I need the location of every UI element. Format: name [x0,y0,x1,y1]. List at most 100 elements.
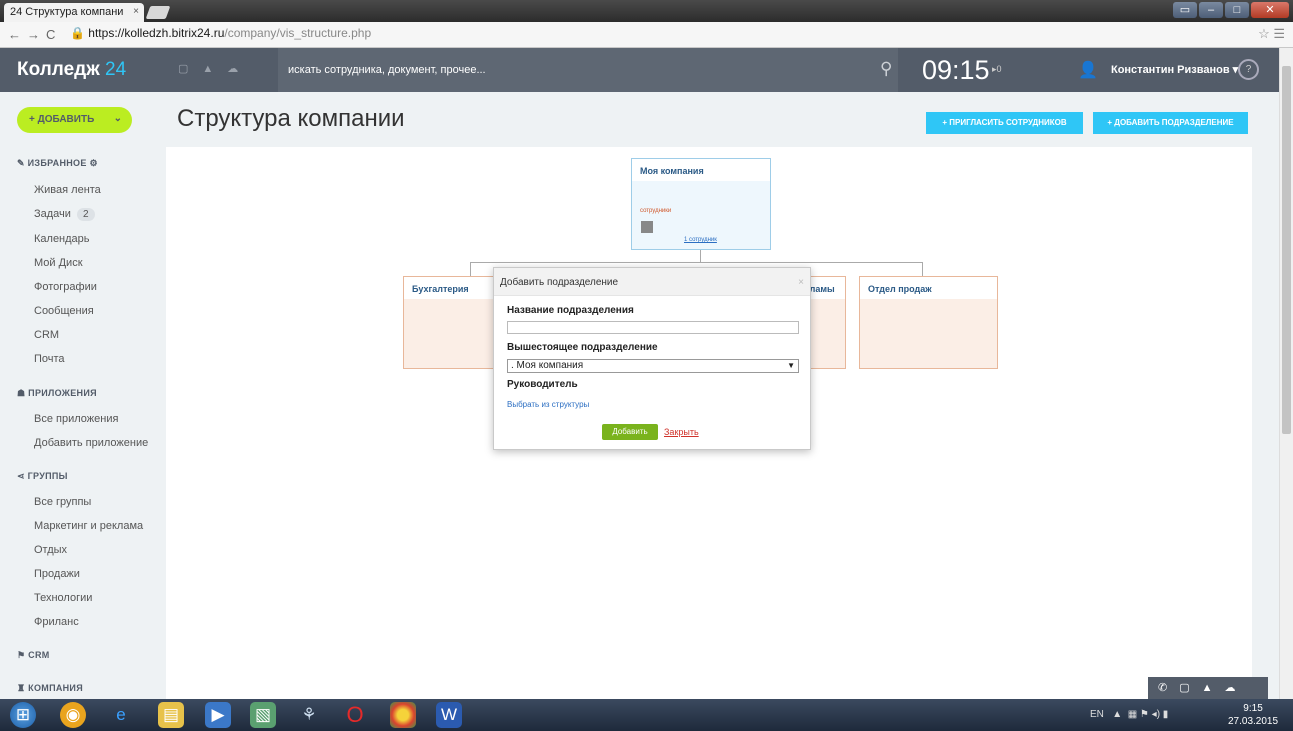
taskbar: ⊞ ◉ e ▤ ▶ ▧ ⚘ O W EN ▲ ▦ ⚑ ◂) ▮ 9:15 27.… [0,699,1293,731]
apps-label: ПРИЛОЖЕНИЯ [28,388,97,398]
minimize-icon[interactable]: – [1199,2,1223,18]
close-link[interactable]: Закрыть [664,427,699,437]
employees-label: сотрудники [640,208,672,214]
section-favorites[interactable]: ✎ ИЗБРАННОЕ ⚙ [17,158,98,169]
menu-icon[interactable]: ☆ ☰ [1258,26,1285,42]
menu-item-tech[interactable]: Технологии [34,592,92,604]
browser-tab[interactable]: 24 Структура компани × [4,3,144,22]
flag-counter: ▸0 [992,64,1002,74]
menu-item-feed[interactable]: Живая лента [34,184,101,196]
bell-icon[interactable]: ▲ [202,63,227,75]
url-host: https://kolledzh.bitrix24.ru [88,26,225,40]
tray-icons[interactable]: ▲ ▦ ⚑ ◂) ▮ [1107,709,1168,720]
add-department-button[interactable]: + ДОБАВИТЬ ПОДРАЗДЕЛЕНИЕ [1093,112,1248,134]
menu-item-disk[interactable]: Мой Диск [34,257,83,269]
start-button-icon[interactable]: ⊞ [10,702,36,728]
menu-item-tasks-label: Задачи [34,208,71,220]
tab-close-icon[interactable]: × [133,6,139,17]
menu-item-messages[interactable]: Сообщения [34,305,94,317]
url-field[interactable]: 🔒 https://kolledzh.bitrix24.ru/company/v… [70,26,371,40]
clock[interactable]: 09:15 [922,55,990,86]
section-groups[interactable]: ⋖ ГРУППЫ [17,471,68,482]
cloud-icon[interactable]: ☁ [227,63,252,75]
header-icons: ▢▲☁ [178,62,252,75]
app-icon[interactable]: ▧ [250,702,276,728]
maximize-icon[interactable]: □ [1225,2,1249,18]
dialog-title: Добавить подразделение [494,268,810,296]
app-header: Колледж 24 ▢▲☁ искать сотрудника, докуме… [0,48,1279,92]
add-button-label: + ДОБАВИТЬ [29,114,95,125]
search-input[interactable]: искать сотрудника, документ, прочее... [278,48,898,92]
add-department-dialog: Добавить подразделение × Название подраз… [493,267,811,450]
phone-icon[interactable]: ✆ [1158,682,1179,694]
dialog-close-icon[interactable]: × [798,277,804,288]
chat-icon[interactable]: ▢ [178,63,202,75]
menu-item-rest[interactable]: Отдых [34,544,67,556]
scroll-thumb[interactable] [1282,66,1291,434]
department-name-input[interactable] [507,321,799,334]
dept-title-root[interactable]: Моя компания [632,159,770,181]
menu-item-all-apps[interactable]: Все приложения [34,413,118,425]
logo-number: 24 [105,59,127,80]
section-crm[interactable]: ⚑ CRM [17,650,50,661]
connector-line [470,262,471,276]
help-icon[interactable]: ? [1238,59,1259,80]
parent-label: Вышестоящее подразделение [507,342,658,353]
parent-select[interactable]: . Моя компания ▼ [507,359,799,373]
restore-icon[interactable]: ▭ [1173,2,1197,18]
tab-title: 24 Структура компани [10,6,124,18]
user-menu[interactable]: 👤 Константин Ризванов ▾ [1078,60,1238,80]
choose-from-structure-link[interactable]: Выбрать из структуры [507,400,589,409]
menu-item-photos[interactable]: Фотографии [34,281,97,293]
menu-item-crm[interactable]: CRM [34,329,59,341]
lock-icon: 🔒 [70,26,85,40]
user-avatar-icon: 👤 [1078,62,1098,79]
invite-employees-button[interactable]: + ПРИГЛАСИТЬ СОТРУДНИКОВ [926,112,1083,134]
app-icon[interactable]: ⚘ [296,702,322,728]
word-icon[interactable]: W [436,702,462,728]
menu-item-freelance[interactable]: Фриланс [34,616,79,628]
dept-card-sales[interactable]: Отдел продаж [859,276,998,369]
new-tab-button[interactable] [145,6,171,19]
ie-icon[interactable]: e [108,702,134,728]
explorer-icon[interactable]: ▤ [158,702,184,728]
menu-item-calendar[interactable]: Календарь [34,233,90,245]
employee-avatar[interactable] [641,221,653,233]
dept-title-sales[interactable]: Отдел продаж [860,277,997,299]
menu-item-sales[interactable]: Продажи [34,568,80,580]
close-window-icon[interactable]: ✕ [1251,2,1289,18]
add-button[interactable]: + ДОБАВИТЬ ⌄ [17,107,132,133]
opera-icon[interactable]: O [342,702,368,728]
section-apps[interactable]: ☗ ПРИЛОЖЕНИЯ [17,388,97,399]
favorites-label: ИЗБРАННОЕ [27,158,87,168]
media-icon[interactable]: ▶ [205,702,231,728]
add-button-dialog[interactable]: Добавить [602,424,658,440]
menu-item-add-app[interactable]: Добавить приложение [34,437,148,449]
menu-item-mail[interactable]: Почта [34,353,65,365]
page-title: Структура компании [177,105,405,132]
cloud-icon[interactable]: ☁ [1225,682,1248,694]
language-indicator[interactable]: EN [1090,709,1104,720]
menu-item-all-groups[interactable]: Все группы [34,496,91,508]
employee-count-link[interactable]: 1 сотрудник [684,237,717,243]
menu-item-marketing[interactable]: Маркетинг и реклама [34,520,143,532]
taskbar-clock[interactable]: 9:15 27.03.2015 [1228,702,1278,728]
logo[interactable]: Колледж 24 [17,59,126,81]
bell-icon[interactable]: ▲ [1202,682,1225,694]
chrome-icon[interactable] [390,702,416,728]
page-scrollbar[interactable] [1279,48,1293,699]
back-icon[interactable]: ← [8,27,21,42]
chat-icon[interactable]: ▢ [1179,682,1201,694]
system-tray: EN ▲ ▦ ⚑ ◂) ▮ [1090,709,1168,720]
forward-icon[interactable]: → [27,27,40,42]
logo-text: Колледж [17,59,100,80]
reload-icon[interactable]: C [46,27,55,42]
browser-titlebar: 24 Структура компани × ▭ – □ ✕ [0,0,1293,22]
app-icon[interactable]: ◉ [60,702,86,728]
url-path: /company/vis_structure.php [224,26,372,40]
dept-card-root[interactable]: Моя компания сотрудники 1 сотрудник [631,158,771,250]
search-icon[interactable]: ⚲ [880,59,892,79]
section-company[interactable]: ♜ КОМПАНИЯ [17,683,83,694]
menu-item-tasks[interactable]: Задачи 2 [34,208,95,221]
connector-line [922,262,923,276]
